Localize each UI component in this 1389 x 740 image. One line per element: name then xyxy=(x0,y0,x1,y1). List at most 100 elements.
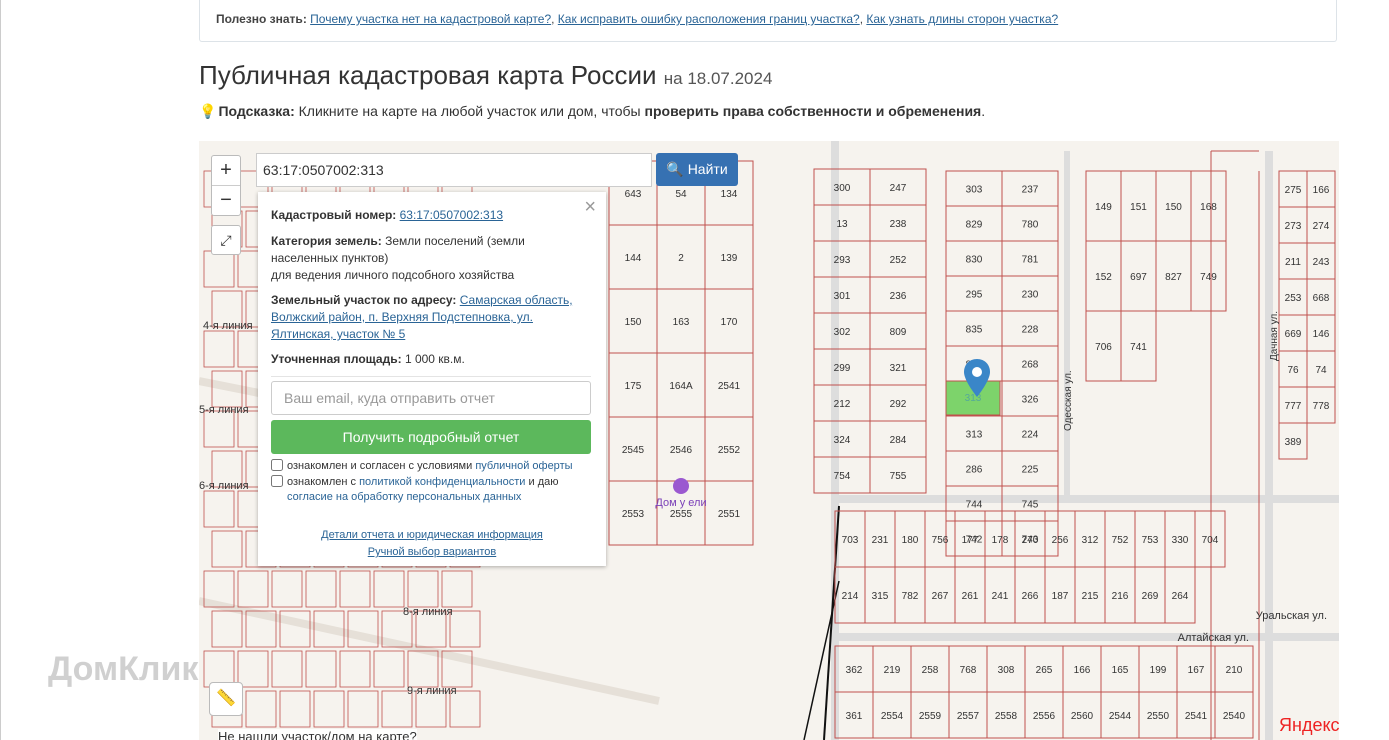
parcel-label: 177 xyxy=(962,535,979,546)
parcel-label: 150 xyxy=(1165,202,1182,213)
parcel-label: 741 xyxy=(1130,342,1147,353)
parcel-label: 236 xyxy=(890,291,907,302)
addr-label: Земельный участок по адресу: xyxy=(271,293,457,307)
parcel-label: 2541 xyxy=(718,381,741,392)
details-link[interactable]: Детали отчета и юридическая информация xyxy=(258,529,606,541)
search-icon: 🔍 xyxy=(666,161,684,177)
useful-info-box: Полезно знать: Почему участка нет на кад… xyxy=(199,0,1337,42)
useful-link-side-lengths[interactable]: Как узнать длины сторон участка? xyxy=(866,12,1058,26)
useful-link-fix-borders[interactable]: Как исправить ошибку расположения границ… xyxy=(558,12,860,26)
offer-checkbox[interactable] xyxy=(271,459,283,471)
parcel-label: 768 xyxy=(960,665,977,676)
popup-category: Категория земель: Земли поселений (земли… xyxy=(271,233,589,284)
parcel-label: 2556 xyxy=(1033,711,1056,722)
parcel-label: 704 xyxy=(1202,535,1219,546)
parcel-label: 253 xyxy=(1285,293,1302,304)
cadastral-map[interactable]: 300 247 13 238 293 252 301 236 302 809 299 321 212 29… xyxy=(199,141,1339,740)
parcel-label: 214 xyxy=(842,591,859,602)
parcel-label: 149 xyxy=(1095,202,1112,213)
parcel-popup: × Кадастровый номер: 63:17:0507002:313 К… xyxy=(258,192,606,566)
yandex-logo: Яндекс xyxy=(1279,715,1339,735)
parcel-label: 302 xyxy=(834,327,851,338)
parcel-label: 269 xyxy=(1142,591,1159,602)
parcel-label: 166 xyxy=(1074,665,1091,676)
parcel-label: 219 xyxy=(884,665,901,676)
parcel-label: 2553 xyxy=(622,509,645,520)
parcel-label: 150 xyxy=(625,317,642,328)
ruler-icon[interactable]: 📏 xyxy=(209,682,243,716)
parcel-label: 134 xyxy=(721,189,738,200)
parcel-label: 167 xyxy=(1188,665,1205,676)
street-altayskaya: Алтайская ул. xyxy=(1178,632,1249,644)
offer-text: ознакомлен и согласен с условиями xyxy=(287,460,473,472)
parcel-label: 273 xyxy=(1285,221,1302,232)
expand-icon[interactable]: ⤢ xyxy=(211,225,241,255)
zoom-out-button[interactable]: − xyxy=(212,186,240,215)
email-field[interactable]: Ваш email, куда отправить отчет xyxy=(271,381,591,415)
parcel-label: 265 xyxy=(1036,665,1053,676)
parcel-label: 755 xyxy=(890,471,907,482)
parcel-label: 827 xyxy=(1165,272,1182,283)
parcel-label: 175 xyxy=(625,381,642,392)
parcel-label: 2559 xyxy=(919,711,942,722)
privacy-checkbox[interactable] xyxy=(271,475,283,487)
page-title-text: Публичная кадастровая карта России xyxy=(199,60,657,90)
parcel-label: 389 xyxy=(1285,437,1302,448)
parcel-label: 165 xyxy=(1112,665,1129,676)
parcel-label: 299 xyxy=(834,363,851,374)
area-label: Уточненная площадь: xyxy=(271,352,402,366)
street-9: 9-я линия xyxy=(407,685,457,697)
privacy-consent-row: ознакомлен с политикой конфиденциальност… xyxy=(271,475,559,488)
parcel-label: 301 xyxy=(834,291,851,302)
find-button[interactable]: 🔍 Найти xyxy=(656,153,738,186)
get-report-button[interactable]: Получить подробный отчет xyxy=(271,420,591,454)
privacy-end: и даю xyxy=(528,476,559,488)
search-input[interactable]: 63:17:0507002:313 xyxy=(256,153,652,187)
parcel-label: 267 xyxy=(932,591,949,602)
domclick-watermark: ДомКлик xyxy=(48,650,199,688)
parcel-label: 258 xyxy=(922,665,939,676)
parcel-label: 166 xyxy=(1313,185,1330,196)
parcel-label: 361 xyxy=(846,711,863,722)
parcel-label: 215 xyxy=(1082,591,1099,602)
parcel-label: 706 xyxy=(1095,342,1112,353)
parcel-label: 212 xyxy=(834,399,851,410)
privacy-link[interactable]: политикой конфиденциальности xyxy=(359,476,525,488)
page-title-date: на 18.07.2024 xyxy=(663,69,773,88)
offer-link[interactable]: публичной оферты xyxy=(475,460,572,472)
parcel-label: 152 xyxy=(1095,272,1112,283)
parcel-label: 2554 xyxy=(881,711,904,722)
hint-bold: проверить права собственности и обремене… xyxy=(644,103,982,119)
parcel-label: 225 xyxy=(1022,465,1039,476)
manual-select-link[interactable]: Ручной выбор вариантов xyxy=(258,546,606,558)
parcel-label: 749 xyxy=(1200,272,1217,283)
parcel-label: 362 xyxy=(846,665,863,676)
parcel-label: 247 xyxy=(890,183,907,194)
parcel-label: 270 xyxy=(1022,535,1039,546)
parcel-label: 809 xyxy=(890,327,907,338)
parcel-label: 146 xyxy=(1313,329,1330,340)
lightbulb-icon: 💡 xyxy=(199,103,217,119)
parcel-label: 745 xyxy=(1022,500,1039,511)
not-found-link[interactable]: Не нашли участок/дом на карте? xyxy=(218,729,417,740)
parcel-label: 643 xyxy=(625,189,642,200)
parcel-label: 2558 xyxy=(995,711,1018,722)
parcel-label: 778 xyxy=(1313,401,1330,412)
parcel-label: 268 xyxy=(1022,360,1039,371)
parcel-label: 74 xyxy=(1315,365,1327,376)
popup-area: Уточненная площадь: 1 000 кв.м. xyxy=(271,351,589,368)
parcel-label: 180 xyxy=(902,535,919,546)
zoom-in-button[interactable]: + xyxy=(212,156,240,185)
useful-link-missing-parcel[interactable]: Почему участка нет на кадастровой карте? xyxy=(310,12,551,26)
parcel-label: 274 xyxy=(1313,221,1330,232)
cad-label: Кадастровый номер: xyxy=(271,208,397,222)
parcel-label: 228 xyxy=(1022,325,1039,336)
cad-link[interactable]: 63:17:0507002:313 xyxy=(400,208,503,222)
parcel-label: 2555 xyxy=(670,509,693,520)
parcel-label: 54 xyxy=(675,189,687,200)
parcel-label: 210 xyxy=(1226,665,1243,676)
street-6: 6-я линия xyxy=(199,480,249,492)
parcel-label: 252 xyxy=(890,255,907,266)
offer-consent-row: ознакомлен и согласен с условиями публич… xyxy=(271,459,573,472)
personal-data-link[interactable]: согласие на обработку персональных данны… xyxy=(287,491,521,503)
